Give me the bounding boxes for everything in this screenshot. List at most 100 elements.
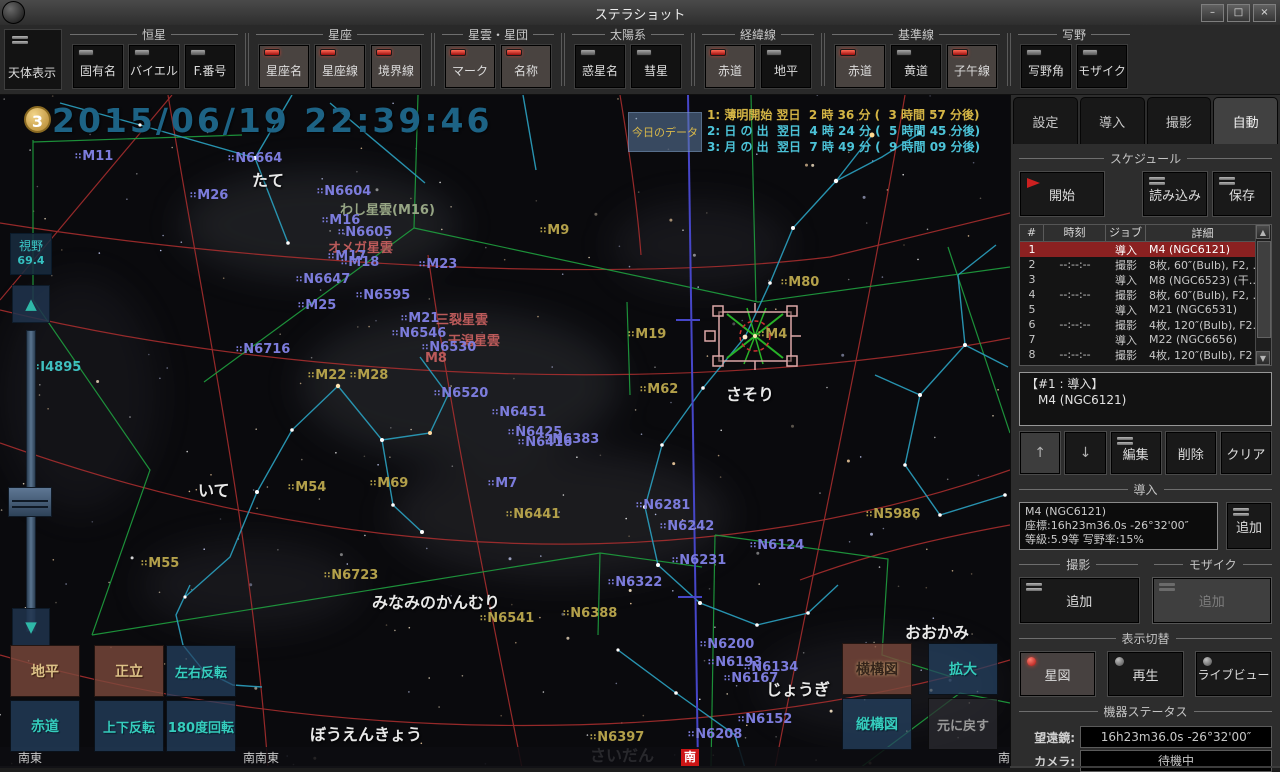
start-button[interactable]: 開始 [1019, 171, 1105, 217]
status-rows: 望遠鏡:16h23m36.0s -26°32'00″カメラ:待機中 [1011, 724, 1280, 772]
toolbar-toggle-constellation-const-name[interactable]: 星座名 [258, 44, 310, 89]
toolbar-toggle-reference-lines-ecliptic[interactable]: 黄道 [890, 44, 942, 89]
add-goto-button[interactable]: 追加 [1226, 502, 1272, 550]
dso-marker-icon: ∷ [324, 571, 329, 581]
composition-landscape-frame-button[interactable]: 横構図 [842, 643, 912, 695]
composition-zoom-in-button[interactable]: 拡大 [928, 643, 998, 695]
display-live-view-button[interactable]: ライブビュー [1195, 651, 1272, 697]
maximize-button[interactable]: □ [1227, 4, 1250, 22]
mosaic-section-header: モザイク [1154, 556, 1273, 573]
tab-auto[interactable]: 自動 [1213, 97, 1278, 144]
orientation-equatorial-button[interactable]: 赤道 [10, 700, 80, 752]
schedule-row-1[interactable]: 1導入M4 (NGC6121) [1020, 242, 1259, 257]
indicator-off-icon [1082, 49, 1098, 56]
indicator-on-icon [506, 49, 522, 56]
toolbar-toggle-solar-system-planet-name[interactable]: 惑星名 [574, 44, 626, 89]
indicator-off-icon [134, 49, 150, 56]
dso-marker-icon: ∷ [628, 330, 633, 340]
schedule-row-5[interactable]: 5導入M21 (NGC6531) [1020, 302, 1259, 317]
table-scrollbar[interactable]: ▲ ▼ [1255, 225, 1271, 365]
sky-label-M80: ∷M80 [781, 275, 819, 290]
toolbar-group-separator [561, 33, 565, 86]
orientation-flip-horizontal-button[interactable]: 左右反転 [166, 645, 236, 697]
dso-marker-icon: ∷ [545, 435, 550, 445]
celestial-display-button[interactable]: 天体表示 [4, 29, 62, 90]
dso-marker-icon: ∷ [738, 715, 743, 725]
dso-marker-icon: ∷ [190, 191, 195, 201]
fov-slider-track[interactable] [26, 330, 36, 632]
today-data-button[interactable]: 今日のデータ [628, 112, 702, 152]
dso-marker-icon: ∷ [563, 609, 568, 619]
dso-marker-icon: ∷ [724, 674, 729, 684]
sky-label-N6388: ∷N6388 [563, 606, 617, 621]
toolbar-toggle-constellation-boundary[interactable]: 境界線 [370, 44, 422, 89]
window-controls: –□× [1201, 4, 1276, 22]
move-up-button[interactable]: ↑ [1019, 431, 1061, 475]
sky-label-N5986: ∷N5986 [866, 507, 920, 522]
sky-label-N6231: ∷N6231 [672, 553, 726, 568]
toolbar-toggle-field-of-view-mosaic[interactable]: モザイク [1076, 44, 1128, 89]
toolbar-toggle-coord-lines-horizon[interactable]: 地平 [760, 44, 812, 89]
close-button[interactable]: × [1253, 4, 1276, 22]
schedule-table-header: #時刻ジョブ詳細 [1020, 225, 1259, 242]
schedule-row-6[interactable]: 6--:--:--撮影4枚, 120″(Bulb), F2… [1020, 317, 1259, 332]
toolbar-toggle-stars-flamsteed[interactable]: F.番号 [184, 44, 236, 89]
edit-buttons: ↑ ↓ 編集 削除 クリア [1011, 426, 1280, 475]
scroll-down-icon[interactable]: ▼ [1256, 351, 1270, 365]
toolbar-toggle-nebula-cluster-name[interactable]: 名称 [500, 44, 552, 89]
schedule-row-4[interactable]: 4--:--:--撮影8枚, 60″(Bulb), F2, … [1020, 287, 1259, 302]
tab-goto[interactable]: 導入 [1080, 97, 1145, 144]
sky-label-N6152: ∷N6152 [738, 712, 792, 727]
clear-button[interactable]: クリア [1220, 431, 1272, 475]
save-button[interactable]: 保存 [1212, 171, 1272, 217]
display-star-chart-button[interactable]: 星図 [1019, 651, 1096, 697]
sky-label-N6520: ∷N6520 [434, 386, 488, 401]
composition-portrait-frame-button[interactable]: 縦構図 [842, 698, 912, 750]
orientation-flip-vertical-button[interactable]: 上下反転 [94, 700, 164, 752]
schedule-section-header: スケジュール [1019, 150, 1272, 167]
schedule-row-7[interactable]: 7導入M22 (NGC6656) [1020, 332, 1259, 347]
dso-marker-icon: ∷ [660, 522, 665, 532]
fov-slider-handle[interactable] [8, 487, 52, 517]
load-button[interactable]: 読み込み [1142, 171, 1208, 217]
display-playback-button[interactable]: 再生 [1107, 651, 1184, 697]
composition-reset-view-button[interactable]: 元に戻す [928, 698, 998, 750]
schedule-row-8[interactable]: 8--:--:--撮影4枚, 120″(Bulb), F2 [1020, 347, 1259, 362]
toolbar-toggle-field-of-view-fov-angle[interactable]: 写野角 [1020, 44, 1072, 89]
toolbar-toggle-constellation-const-line[interactable]: 星座線 [314, 44, 366, 89]
move-down-button[interactable]: ↓ [1064, 431, 1106, 475]
scrollbar-thumb[interactable] [1257, 241, 1271, 338]
sky-label-N6716: ∷N6716 [236, 342, 290, 357]
orientation-upright-button[interactable]: 正立 [94, 645, 164, 697]
tab-capture[interactable]: 撮影 [1147, 97, 1212, 144]
tab-settings[interactable]: 設定 [1013, 97, 1078, 144]
toolbar-toggle-reference-lines-meridian[interactable]: 子午線 [946, 44, 998, 89]
indicator-off-icon [580, 49, 596, 56]
toolbar-toggle-coord-lines-equator[interactable]: 赤道 [704, 44, 756, 89]
toolbar-toggle-stars-proper-name[interactable]: 固有名 [72, 44, 124, 89]
orientation-horizon-button[interactable]: 地平 [10, 645, 80, 697]
schedule-row-2[interactable]: 2--:--:--撮影8枚, 60″(Bulb), F2, … [1020, 257, 1259, 272]
today-data-lines: 1: 薄明開始 翌日 2 時 36 分 ( 3 時間 57 分後)2: 日 の … [707, 107, 980, 155]
minimize-button[interactable]: – [1201, 4, 1224, 22]
dso-marker-icon: ∷ [700, 640, 705, 650]
schedule-row-3[interactable]: 3導入M8 (NGC6523) (干… [1020, 272, 1259, 287]
delete-button[interactable]: 削除 [1165, 431, 1217, 475]
star-map[interactable]: ∷M11∷N6664たて∷M26∷N6604わし星雲(M16)∷M16∷N660… [0, 95, 1010, 768]
sky-label-M28: ∷M28 [350, 368, 388, 383]
scroll-up-icon[interactable]: ▲ [1256, 225, 1270, 239]
orientation-rotate-180-button[interactable]: 180度回転 [166, 700, 236, 752]
edit-button[interactable]: 編集 [1110, 431, 1162, 475]
zoom-down-button[interactable]: ▼ [12, 608, 50, 646]
dso-marker-icon: ∷ [636, 501, 641, 511]
toolbar-toggle-stars-bayer[interactable]: バイエル [128, 44, 180, 89]
status-row-camera: カメラ:待機中 [1011, 748, 1280, 772]
toolbar-groups: 恒星固有名バイエルF.番号星座星座名星座線境界線星雲・星団マーク名称太陽系惑星名… [66, 25, 1134, 94]
toolbar-toggle-reference-lines-equator[interactable]: 赤道 [834, 44, 886, 89]
toolbar-toggle-nebula-cluster-mark[interactable]: マーク [444, 44, 496, 89]
dso-marker-icon: ∷ [228, 154, 233, 164]
toolbar-toggle-solar-system-comet[interactable]: 彗星 [630, 44, 682, 89]
zoom-up-button[interactable]: ▲ [12, 285, 50, 323]
add-capture-button[interactable]: 追加 [1019, 577, 1140, 624]
schedule-table[interactable]: #時刻ジョブ詳細1導入M4 (NGC6121)2--:--:--撮影8枚, 60… [1019, 224, 1272, 366]
